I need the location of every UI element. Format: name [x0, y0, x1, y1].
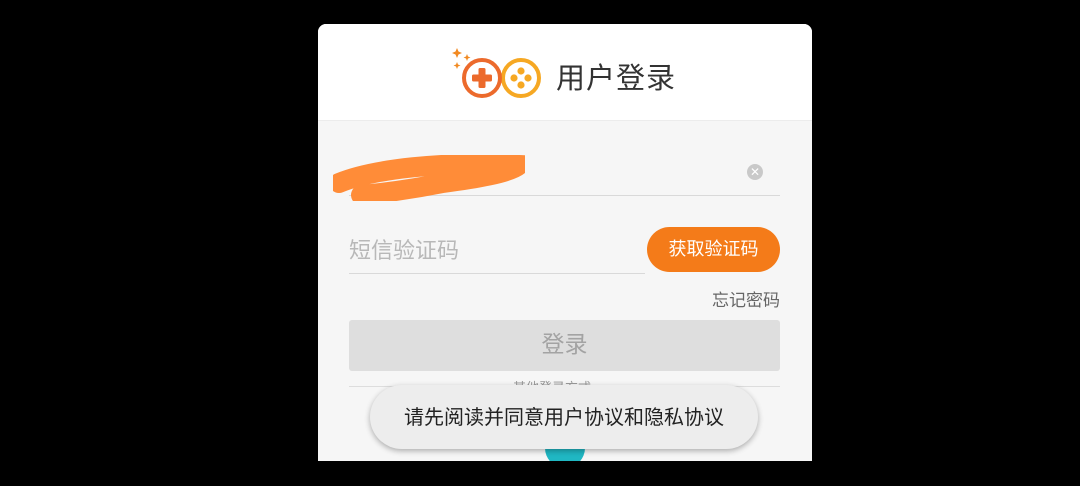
gamepad-logo-icon — [452, 48, 541, 98]
get-code-button[interactable]: 获取验证码 — [647, 227, 780, 272]
sms-code-field-row — [349, 229, 645, 274]
toast-message: 请先阅读并同意用户协议和隐私协议 — [370, 385, 758, 449]
sms-code-input[interactable] — [349, 235, 639, 267]
redaction-scribble — [333, 155, 525, 201]
clear-icon[interactable]: ✕ — [747, 164, 763, 180]
forgot-password-link[interactable]: 忘记密码 — [680, 286, 780, 311]
dialog-header: 用户登录 — [318, 24, 812, 121]
login-button[interactable]: 登录 — [349, 320, 780, 371]
page-title: 用户登录 — [556, 61, 677, 95]
phone-field-row: ✕ — [333, 149, 780, 201]
